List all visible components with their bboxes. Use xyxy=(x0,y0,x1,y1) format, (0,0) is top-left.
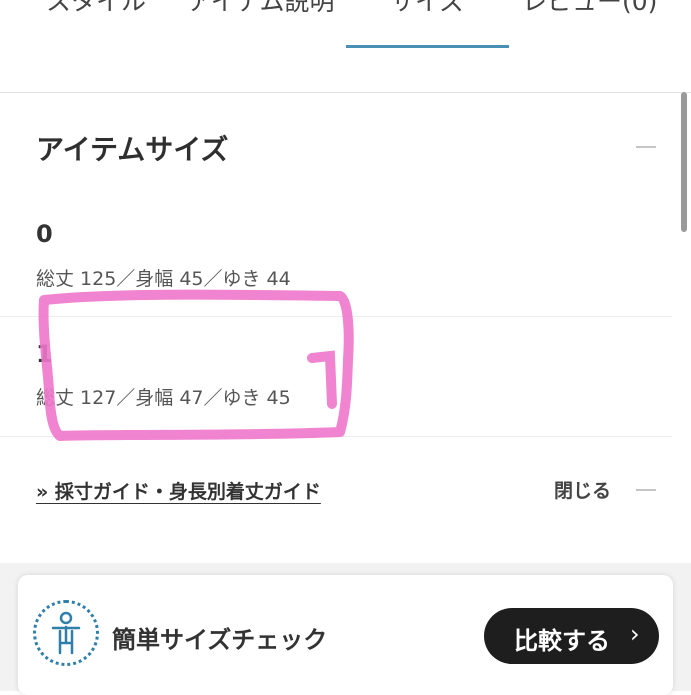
tab-bar: スタイル アイテム説明 サイズ レビュー(0) xyxy=(0,0,691,93)
divider xyxy=(0,316,672,317)
measurement-guide-link[interactable]: » 採寸ガイド・身長別着丈ガイド xyxy=(36,477,321,504)
close-dash-icon[interactable] xyxy=(636,489,656,491)
compare-button[interactable]: 比較する › xyxy=(484,608,659,664)
scrollbar-thumb[interactable] xyxy=(681,92,687,232)
section-title: アイテムサイズ xyxy=(36,133,229,166)
close-button[interactable]: 閉じる xyxy=(554,476,611,503)
active-tab-indicator xyxy=(346,45,509,48)
tab-size[interactable]: サイズ xyxy=(390,0,464,18)
size-check-label: 簡単サイズチェック xyxy=(112,626,328,654)
size-label-1: 1 xyxy=(36,340,53,368)
divider xyxy=(0,436,672,437)
collapse-icon[interactable] xyxy=(636,146,656,148)
size-label-0: 0 xyxy=(36,220,53,248)
tab-item-description[interactable]: アイテム説明 xyxy=(187,0,335,18)
compare-button-label: 比較する xyxy=(514,627,610,655)
tab-reviews[interactable]: レビュー(0) xyxy=(522,0,657,18)
size-measurements-0: 総丈 125／身幅 45／ゆき 44 xyxy=(36,268,291,290)
tab-style[interactable]: スタイル xyxy=(46,0,146,18)
chevron-right-icon: › xyxy=(630,620,640,648)
size-measurements-1: 総丈 127／身幅 47／ゆき 45 xyxy=(36,387,291,409)
person-icon xyxy=(33,600,99,666)
